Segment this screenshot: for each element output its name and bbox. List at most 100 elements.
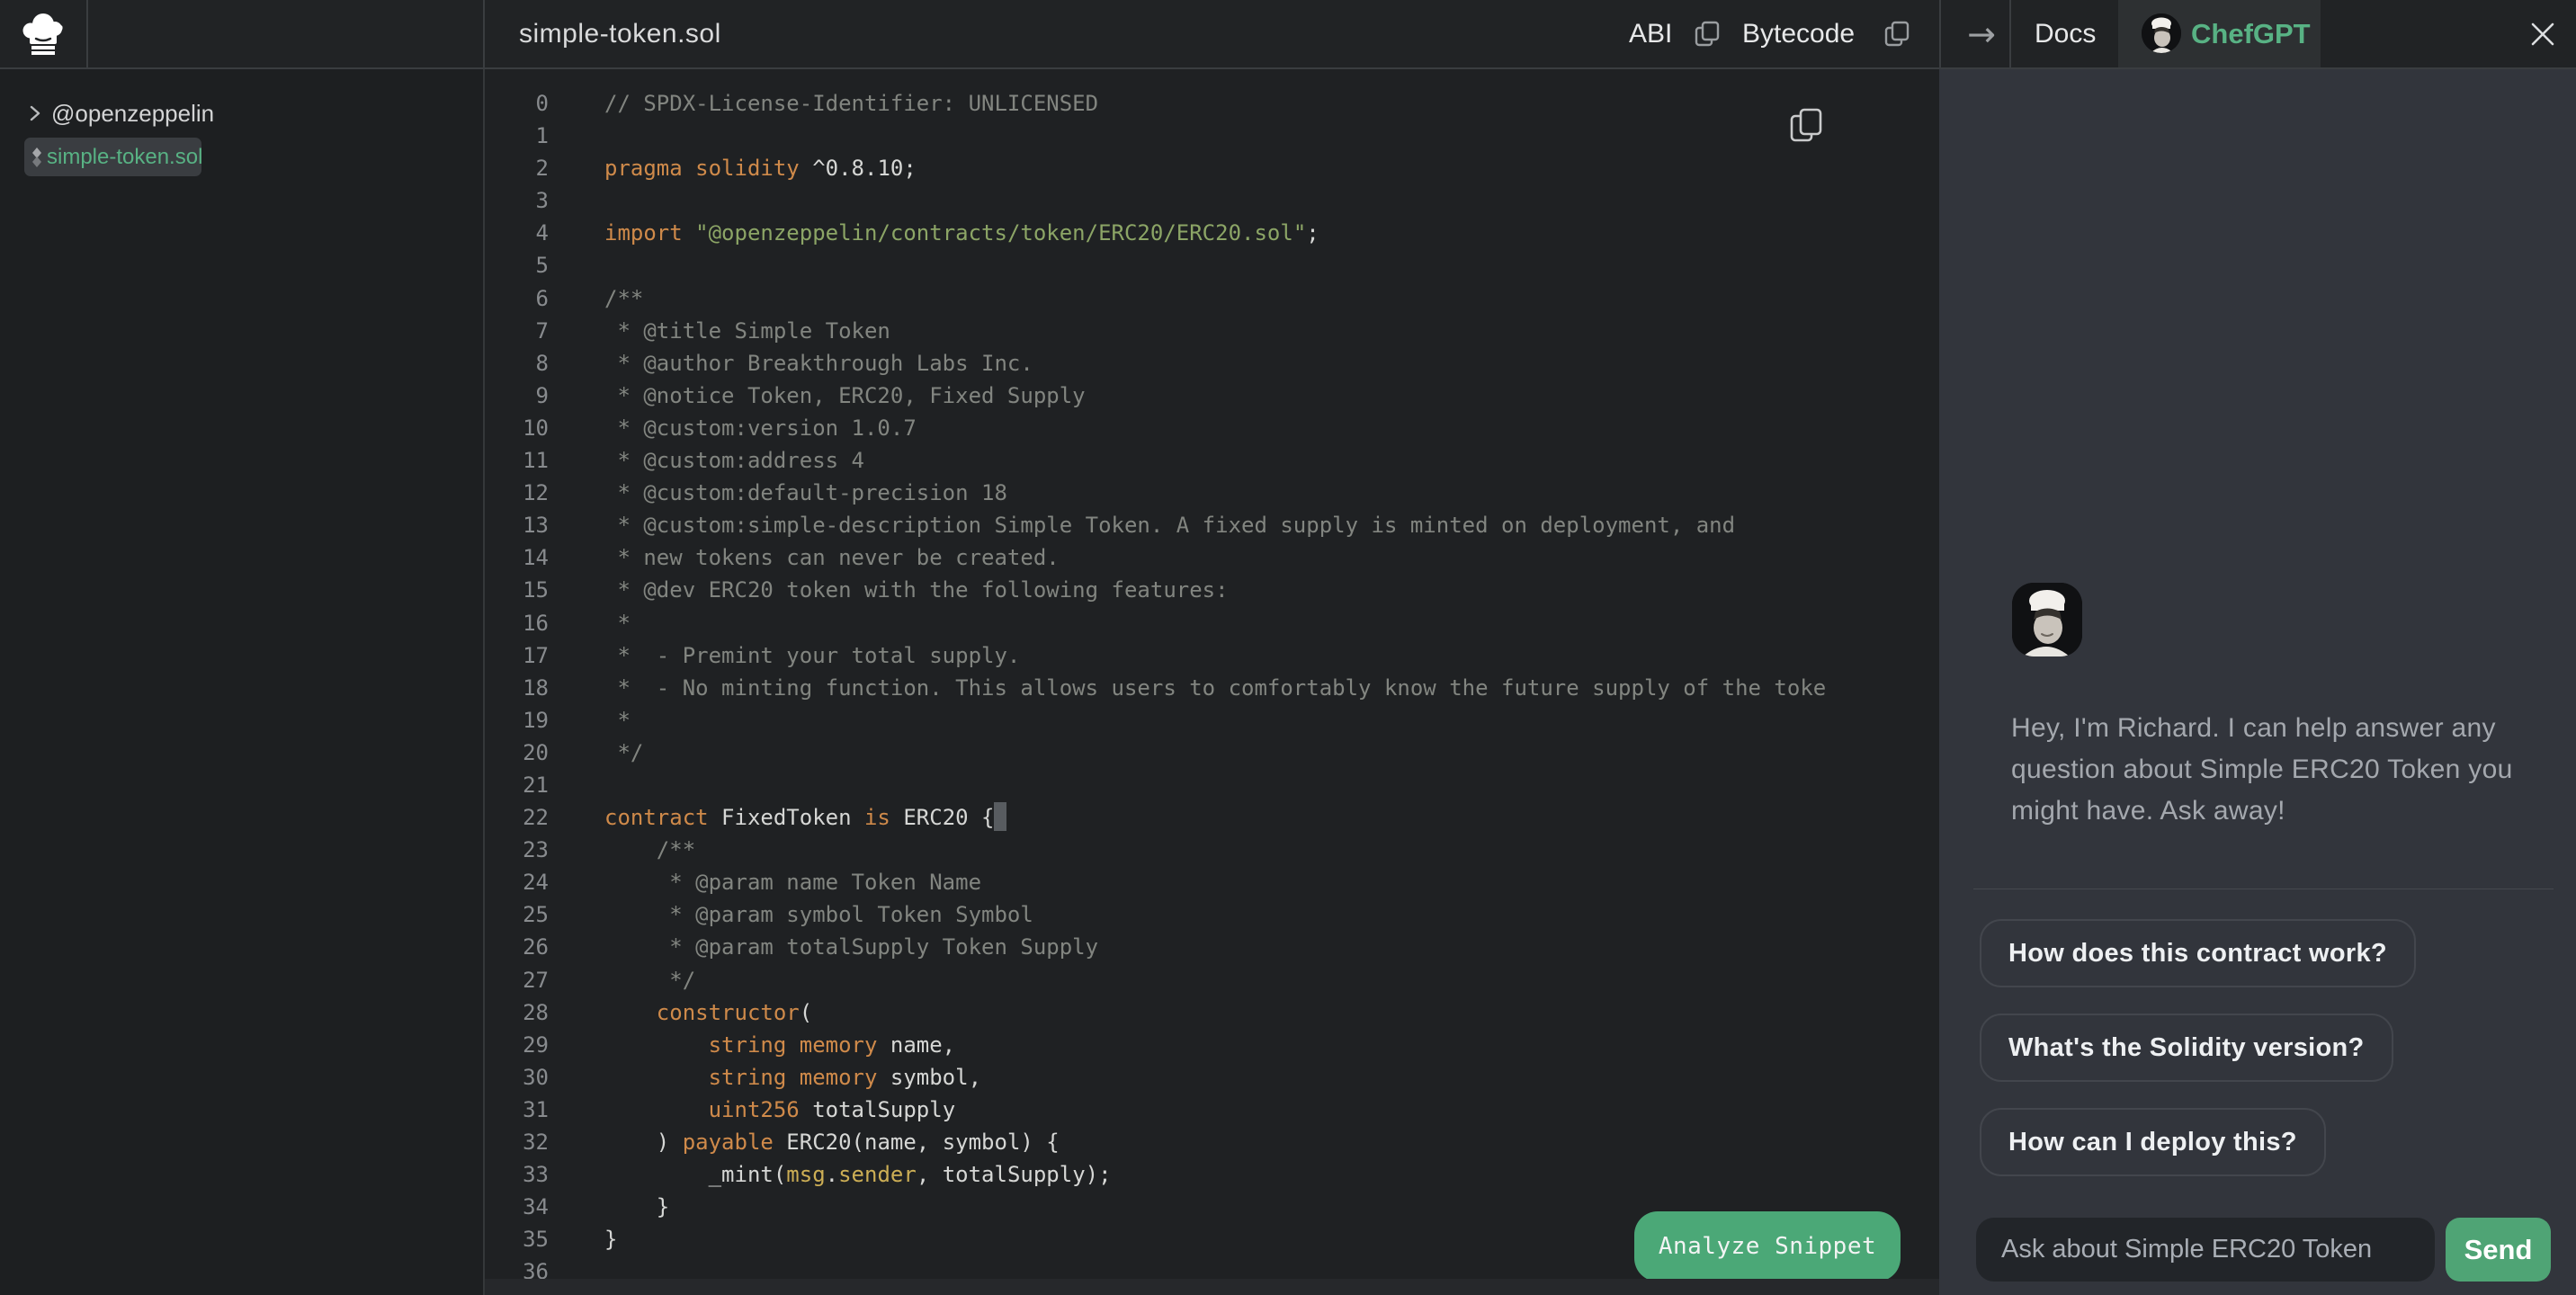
chefgpt-panel: Hey, I'm Richard. I can help answer anyq… <box>1939 69 2576 1295</box>
intro-line: question about Simple ERC20 Token you <box>2011 749 2515 790</box>
code-line: ) payable ERC20(name, symbol) { <box>604 1126 1826 1158</box>
code-line: _mint(msg.sender, totalSupply); <box>604 1158 1826 1191</box>
line-number: 28 <box>485 996 549 1029</box>
line-number: 24 <box>485 866 549 898</box>
line-number: 33 <box>485 1158 549 1191</box>
code-line: string memory name, <box>604 1029 1826 1061</box>
tab-chefgpt[interactable]: ChefGPT <box>2118 0 2321 67</box>
code-line: * - No minting function. This allows use… <box>604 672 1826 704</box>
code-editor[interactable]: 0123456789101112131415161718192021222324… <box>485 69 1939 1295</box>
topbar-divider <box>483 0 485 67</box>
line-number: 16 <box>485 607 549 639</box>
code-line: * <box>604 704 1826 737</box>
code-line: * @dev ERC20 token with the following fe… <box>604 574 1826 606</box>
code-line: * @custom:default-precision 18 <box>604 477 1826 509</box>
line-number: 13 <box>485 509 549 541</box>
code-line: * @author Breakthrough Labs Inc. <box>604 347 1826 380</box>
chef-hat-icon <box>18 12 68 57</box>
code-line: * @custom:address 4 <box>604 444 1826 477</box>
code-line: import "@openzeppelin/contracts/token/ER… <box>604 217 1826 249</box>
code-line: * <box>604 607 1826 639</box>
line-number: 21 <box>485 769 549 801</box>
line-number-gutter: 0123456789101112131415161718192021222324… <box>485 87 549 1288</box>
line-number: 9 <box>485 380 549 412</box>
solidity-file-icon <box>29 147 45 168</box>
line-number: 11 <box>485 444 549 477</box>
suggestion-button[interactable]: What's the Solidity version? <box>1980 1014 2393 1082</box>
file-explorer-sidebar: @openzeppelin simple-token.sol <box>0 69 485 1295</box>
code-line: */ <box>604 737 1826 769</box>
abi-label[interactable]: ABI <box>1629 0 1672 67</box>
line-number: 10 <box>485 412 549 444</box>
line-number: 12 <box>485 477 549 509</box>
intro-line: might have. Ask away! <box>2011 790 2515 832</box>
code-line: * @notice Token, ERC20, Fixed Supply <box>604 380 1826 412</box>
line-number: 5 <box>485 249 549 281</box>
code-line: uint256 totalSupply <box>604 1094 1826 1126</box>
code-line: * @custom:version 1.0.7 <box>604 412 1826 444</box>
line-number: 30 <box>485 1061 549 1094</box>
line-number: 35 <box>485 1223 549 1255</box>
intro-line: Hey, I'm Richard. I can help answer any <box>2011 708 2515 749</box>
code-line: /** <box>604 282 1826 315</box>
code-line: * @param name Token Name <box>604 866 1826 898</box>
code-line: * new tokens can never be created. <box>604 541 1826 574</box>
close-icon <box>2527 19 2558 49</box>
line-number: 2 <box>485 152 549 184</box>
assistant-intro-message: Hey, I'm Richard. I can help answer anyq… <box>2011 708 2515 832</box>
sidebar-item-simple-token[interactable]: simple-token.sol <box>24 138 201 176</box>
richard-avatar <box>2012 583 2082 656</box>
code-line: contract FixedToken is ERC20 { <box>604 801 1826 834</box>
sidebar-item-openzeppelin[interactable]: @openzeppelin <box>0 94 483 133</box>
collapse-panel-arrow-icon[interactable]: → <box>1954 13 2009 56</box>
line-number: 0 <box>485 87 549 120</box>
line-number: 22 <box>485 801 549 834</box>
copy-icon <box>1695 21 1722 48</box>
suggestion-button[interactable]: How can I deploy this? <box>1980 1108 2326 1176</box>
bytecode-label[interactable]: Bytecode <box>1742 0 1855 67</box>
code-line: constructor( <box>604 996 1826 1029</box>
folder-label: @openzeppelin <box>51 94 214 133</box>
copy-bytecode-button[interactable] <box>1884 21 1911 48</box>
text-cursor <box>994 802 1006 831</box>
copy-code-button[interactable] <box>1788 105 1828 145</box>
tab-docs[interactable]: Docs <box>2035 0 2096 67</box>
code-line: /** <box>604 834 1826 866</box>
line-number: 29 <box>485 1029 549 1061</box>
code-line: */ <box>604 964 1826 996</box>
app-window: simple-token.sol ABI Bytecode → Docs <box>0 0 2576 1295</box>
line-number: 32 <box>485 1126 549 1158</box>
copy-abi-button[interactable] <box>1695 21 1722 48</box>
copy-icon <box>1788 105 1828 145</box>
line-number: 25 <box>485 898 549 931</box>
code-line <box>604 769 1826 801</box>
line-number: 23 <box>485 834 549 866</box>
line-number: 27 <box>485 964 549 996</box>
line-number: 7 <box>485 315 549 347</box>
send-button[interactable]: Send <box>2446 1218 2551 1282</box>
horizontal-scrollbar[interactable] <box>485 1279 1939 1295</box>
close-button[interactable] <box>2527 19 2558 49</box>
line-number: 19 <box>485 704 549 737</box>
line-number: 6 <box>485 282 549 315</box>
line-number: 15 <box>485 574 549 606</box>
code-line <box>604 249 1826 281</box>
suggestion-list: How does this contract work? What's the S… <box>1980 919 2416 1176</box>
chat-input[interactable] <box>1976 1218 2435 1282</box>
topbar-divider <box>86 0 88 67</box>
code-pane: // SPDX-License-Identifier: UNLICENSEDpr… <box>604 87 1826 1288</box>
analyze-snippet-button[interactable]: Analyze Snippet <box>1634 1211 1901 1282</box>
line-number: 34 <box>485 1191 549 1223</box>
line-number: 4 <box>485 217 549 249</box>
suggestion-button[interactable]: How does this contract work? <box>1980 919 2416 987</box>
code-line <box>604 184 1826 217</box>
line-number: 26 <box>485 931 549 963</box>
top-bar: simple-token.sol ABI Bytecode → Docs <box>0 0 2576 69</box>
file-label: simple-token.sol <box>47 138 202 176</box>
app-logo[interactable] <box>0 0 86 67</box>
open-file-title: simple-token.sol <box>519 0 721 67</box>
code-line: * @title Simple Token <box>604 315 1826 347</box>
code-line: string memory symbol, <box>604 1061 1826 1094</box>
chefgpt-avatar <box>2142 13 2181 53</box>
line-number: 8 <box>485 347 549 380</box>
